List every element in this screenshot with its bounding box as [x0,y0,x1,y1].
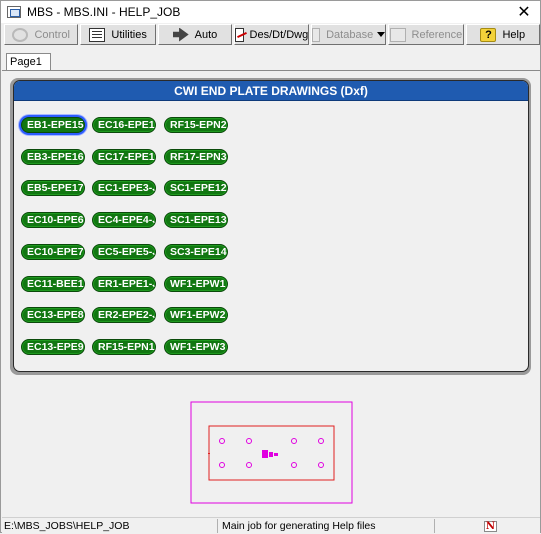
preview-bolt-hole [318,462,324,468]
status-bar: E:\MBS_JOBS\HELP_JOB Main job for genera… [2,517,540,533]
preview-bolt-hole [291,462,297,468]
preview-bolt-hole [318,438,324,444]
main-window: MBS - MBS.INI - HELP_JOB ✕ Control Utili… [0,0,541,533]
status-job-description: Main job for generating Help files [222,520,376,532]
preview-marker [208,453,210,454]
preview-bolt-hole [246,462,252,468]
preview-bolt-hole [219,438,225,444]
mbs-logo: N [484,521,497,532]
preview-label-mark [274,453,278,456]
status-job-path: E:\MBS_JOBS\HELP_JOB [4,520,130,532]
preview-bolt-hole [219,462,225,468]
preview-label-mark [262,450,268,458]
drawing-preview [190,401,353,504]
status-divider [434,519,435,533]
preview-bolt-hole [246,438,252,444]
preview-label-mark [269,452,273,457]
status-divider [217,519,218,533]
preview-bolt-hole [291,438,297,444]
